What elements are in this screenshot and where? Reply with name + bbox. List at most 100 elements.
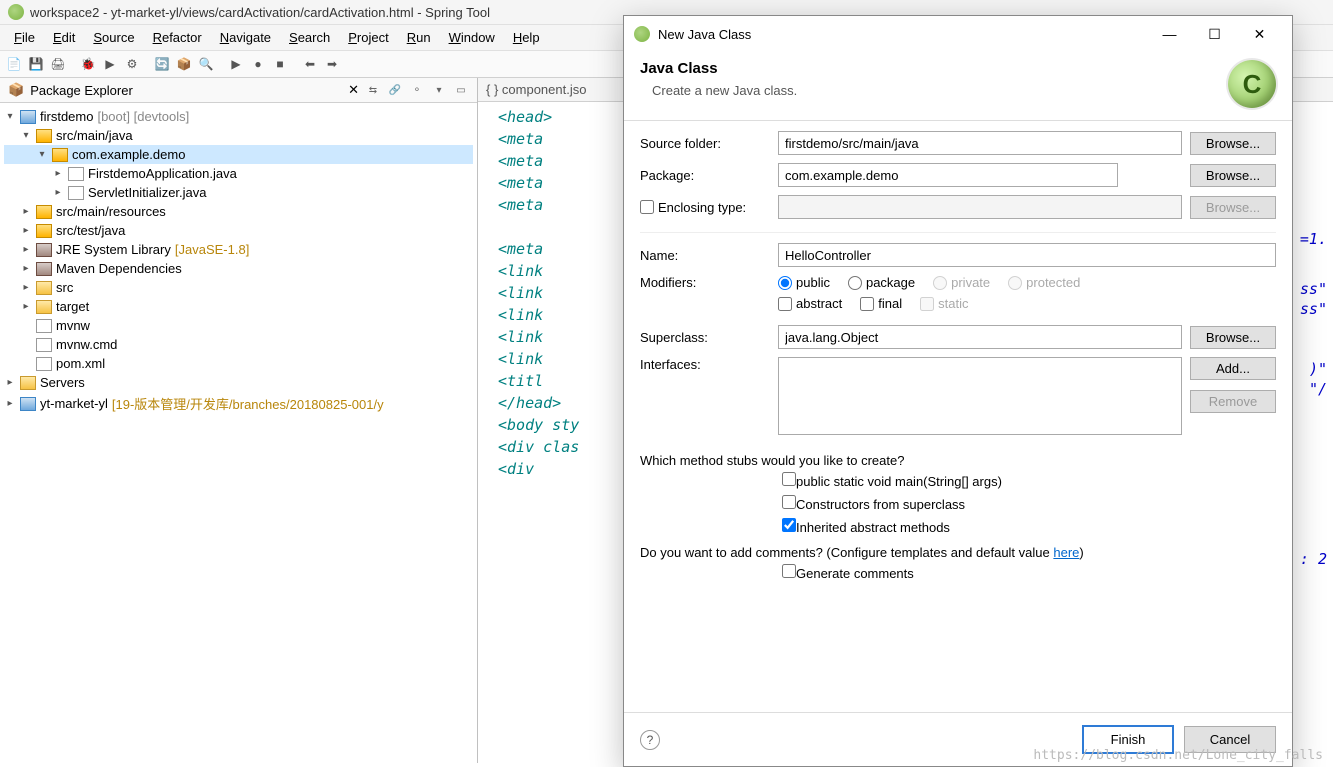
file-icon <box>36 357 52 371</box>
browse-button[interactable]: Browse... <box>1190 326 1276 349</box>
collapse-icon[interactable]: ⇆ <box>365 82 381 98</box>
watermark: https://blog.csdn.net/Lone_city_falls <box>1033 748 1323 763</box>
toolbar-icon[interactable]: 📄 <box>4 54 24 74</box>
menu-item[interactable]: Search <box>281 27 338 48</box>
modifier-radio: protected <box>1008 275 1080 290</box>
maximize-button[interactable]: ☐ <box>1192 22 1237 46</box>
package-icon: 📦 <box>8 82 24 98</box>
toolbar-icon[interactable]: 🔍 <box>196 54 216 74</box>
class-icon: C <box>1228 60 1276 108</box>
tree-row[interactable]: ▸src <box>4 278 473 297</box>
package-label: Package: <box>640 168 770 183</box>
menu-item[interactable]: Edit <box>45 27 83 48</box>
here-link[interactable]: here <box>1053 545 1079 560</box>
modifier-radio[interactable]: package <box>848 275 915 290</box>
menu-item[interactable]: Run <box>399 27 439 48</box>
package-explorer-header: 📦 Package Explorer ✕ ⇆ 🔗 ⚬ ▾ ▭ <box>0 78 477 103</box>
modifier-radio[interactable]: public <box>778 275 830 290</box>
pkg-icon <box>36 224 52 238</box>
banner-subtext: Create a new Java class. <box>640 83 797 98</box>
toolbar-icon[interactable]: 🔄 <box>152 54 172 74</box>
menu-item[interactable]: Refactor <box>145 27 210 48</box>
toolbar-icon[interactable]: ▶ <box>100 54 120 74</box>
tree-row[interactable]: ▸src/main/resources <box>4 202 473 221</box>
tree-row[interactable]: ▸Servers <box>4 373 473 392</box>
enclosing-type-checkbox[interactable] <box>640 200 654 214</box>
stubs-question: Which method stubs would you like to cre… <box>640 453 1276 468</box>
toolbar-icon[interactable]: ▶ <box>226 54 246 74</box>
tree-row[interactable]: mvnw.cmd <box>4 335 473 354</box>
source-folder-label: Source folder: <box>640 136 770 151</box>
menu-item[interactable]: Help <box>505 27 548 48</box>
editor-tab[interactable]: { } component.jso <box>486 82 586 97</box>
toolbar-icon[interactable]: 📦 <box>174 54 194 74</box>
modifier-radio: private <box>933 275 990 290</box>
pkg-icon <box>36 129 52 143</box>
dialog-titlebar: New Java Class — ☐ ✕ <box>624 16 1292 52</box>
tree-row[interactable]: ▸ServletInitializer.java <box>4 183 473 202</box>
browse-button[interactable]: Browse... <box>1190 132 1276 155</box>
dialog-icon <box>634 26 650 42</box>
toolbar-icon[interactable]: ⚙ <box>122 54 142 74</box>
package-tree[interactable]: ▾firstdemo [boot] [devtools]▾src/main/ja… <box>0 103 477 763</box>
toolbar-icon[interactable]: ➡ <box>322 54 342 74</box>
fold-icon <box>36 300 52 314</box>
tree-row[interactable]: pom.xml <box>4 354 473 373</box>
pkg-icon <box>36 205 52 219</box>
minimize-button[interactable]: — <box>1147 22 1192 46</box>
add-button[interactable]: Add... <box>1190 357 1276 380</box>
toolbar-icon[interactable]: 🐞 <box>78 54 98 74</box>
tree-row[interactable]: ▸src/test/java <box>4 221 473 240</box>
close-icon[interactable]: ✕ <box>348 82 359 98</box>
tree-row[interactable]: ▾firstdemo [boot] [devtools] <box>4 107 473 126</box>
tree-row[interactable]: ▸JRE System Library [JavaSE-1.8] <box>4 240 473 259</box>
menu-item[interactable]: Navigate <box>212 27 279 48</box>
minimize-icon[interactable]: ▭ <box>453 82 469 98</box>
close-button[interactable]: ✕ <box>1237 22 1282 46</box>
toolbar-icon[interactable]: ■ <box>270 54 290 74</box>
package-input[interactable] <box>778 163 1118 187</box>
jar-icon <box>36 262 52 276</box>
new-class-dialog: New Java Class — ☐ ✕ Java Class Create a… <box>623 15 1293 767</box>
tree-row[interactable]: mvnw <box>4 316 473 335</box>
banner-heading: Java Class <box>640 60 797 77</box>
toolbar-icon[interactable]: ● <box>248 54 268 74</box>
modifier-check[interactable]: abstract <box>778 296 842 311</box>
stubs-checks: public static void main(String[] args) Co… <box>640 472 1276 535</box>
stub-check[interactable]: Constructors from superclass <box>782 495 1276 512</box>
interfaces-label: Interfaces: <box>640 357 770 372</box>
toolbar-icon[interactable]: 💾 <box>26 54 46 74</box>
filter-icon[interactable]: ⚬ <box>409 82 425 98</box>
tree-row[interactable]: ▸FirstdemoApplication.java <box>4 164 473 183</box>
modifiers-label: Modifiers: <box>640 275 770 290</box>
tree-row[interactable]: ▸yt-market-yl [19-版本管理/开发库/branches/2018… <box>4 392 473 415</box>
menu-icon[interactable]: ▾ <box>431 82 447 98</box>
stub-check[interactable]: public static void main(String[] args) <box>782 472 1276 489</box>
link-icon[interactable]: 🔗 <box>387 82 403 98</box>
name-label: Name: <box>640 248 770 263</box>
generate-comments-check[interactable]: Generate comments <box>782 564 1276 581</box>
browse-button[interactable]: Browse... <box>1190 164 1276 187</box>
tree-row[interactable]: ▾com.example.demo <box>4 145 473 164</box>
stub-check[interactable]: Inherited abstract methods <box>782 518 1276 535</box>
help-button[interactable]: ? <box>640 730 660 750</box>
name-input[interactable] <box>778 243 1276 267</box>
menu-item[interactable]: Window <box>441 27 503 48</box>
tree-row[interactable]: ▸Maven Dependencies <box>4 259 473 278</box>
modifier-check[interactable]: final <box>860 296 902 311</box>
superclass-input[interactable] <box>778 325 1182 349</box>
interfaces-list[interactable] <box>778 357 1182 435</box>
tree-row[interactable]: ▾src/main/java <box>4 126 473 145</box>
menu-item[interactable]: Source <box>85 27 142 48</box>
toolbar-icon[interactable]: ⬅ <box>300 54 320 74</box>
superclass-label: Superclass: <box>640 330 770 345</box>
toolbar-icon[interactable]: 🖨 <box>48 54 68 74</box>
file-icon <box>36 319 52 333</box>
modifier-check: static <box>920 296 968 311</box>
menu-item[interactable]: Project <box>340 27 396 48</box>
menu-item[interactable]: File <box>6 27 43 48</box>
app-icon <box>8 4 24 20</box>
tree-row[interactable]: ▸target <box>4 297 473 316</box>
source-folder-input[interactable] <box>778 131 1182 155</box>
enclosing-type-input <box>778 195 1182 219</box>
